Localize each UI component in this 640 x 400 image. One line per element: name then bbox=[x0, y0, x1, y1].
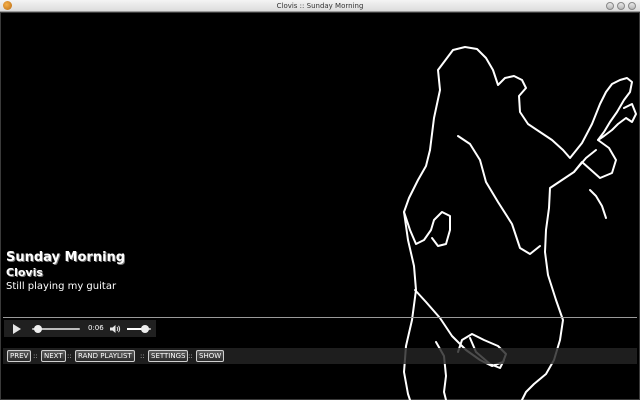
rand-playlist-button[interactable]: RAND PLAYLIST bbox=[75, 350, 135, 362]
song-title: Sunday Morning bbox=[6, 250, 126, 265]
song-info: Sunday Morning Clovis Still playing my g… bbox=[6, 250, 125, 293]
song-comment: Still playing my guitar bbox=[6, 281, 117, 292]
seek-knob[interactable] bbox=[34, 325, 43, 333]
speaker-icon[interactable] bbox=[109, 324, 121, 334]
nav-separator: :: bbox=[140, 352, 145, 360]
player-controls: 0:06 bbox=[4, 320, 156, 337]
show-button[interactable]: SHOW bbox=[196, 350, 225, 362]
elapsed-time: 0:06 bbox=[88, 324, 104, 332]
play-icon[interactable] bbox=[13, 324, 21, 334]
divider bbox=[3, 317, 637, 318]
minimize-icon[interactable] bbox=[606, 2, 614, 10]
prev-button[interactable]: PREV bbox=[7, 350, 32, 362]
nav-separator: :: bbox=[67, 352, 72, 360]
maximize-icon[interactable] bbox=[617, 2, 625, 10]
volume-knob[interactable] bbox=[141, 325, 149, 333]
nav-separator: :: bbox=[188, 352, 193, 360]
nav-separator: :: bbox=[33, 352, 38, 360]
window-titlebar[interactable]: Clovis :: Sunday Morning bbox=[0, 0, 640, 12]
song-artist: Clovis bbox=[6, 266, 43, 279]
seek-slider[interactable] bbox=[32, 325, 80, 333]
close-icon[interactable] bbox=[628, 2, 636, 10]
window-title: Clovis :: Sunday Morning bbox=[276, 2, 364, 10]
navigation-bar: PREV :: NEXT :: RAND PLAYLIST :: SETTING… bbox=[3, 348, 637, 364]
settings-button[interactable]: SETTINGS bbox=[148, 350, 189, 362]
volume-slider[interactable] bbox=[127, 325, 151, 333]
next-button[interactable]: NEXT bbox=[41, 350, 66, 362]
guitarist-silhouette bbox=[403, 46, 637, 400]
